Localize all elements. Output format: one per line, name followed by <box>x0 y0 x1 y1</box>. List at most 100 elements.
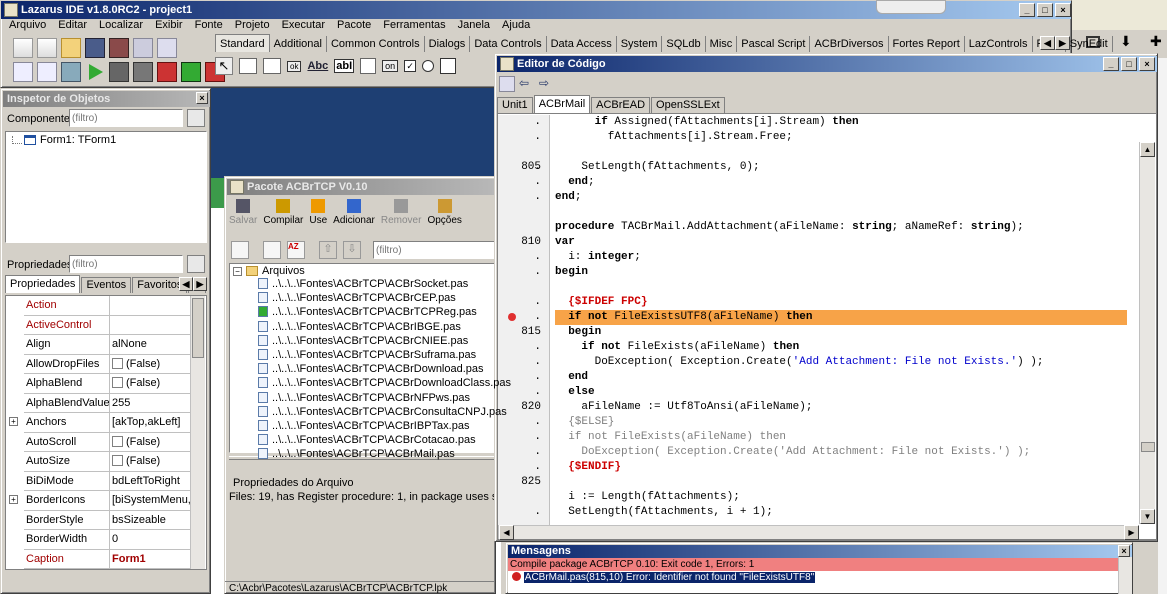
code-line[interactable]: DoException( Exception.Create('Add Attac… <box>555 445 1127 460</box>
code-line[interactable] <box>555 145 1127 160</box>
property-row[interactable]: + Anchors [akTop,akLeft] <box>9 413 192 433</box>
menu-editar[interactable]: Editar <box>58 17 87 34</box>
mainmenu-icon[interactable] <box>239 58 257 74</box>
property-row[interactable]: Align alNone <box>24 335 192 355</box>
palette-tab-standard[interactable]: Standard <box>215 34 270 52</box>
tab-right-button[interactable]: ▶ <box>193 277 207 291</box>
pointer-icon[interactable]: ↖ <box>215 57 233 75</box>
editor-vscrollbar[interactable]: ▲ ▼ <box>1139 142 1155 524</box>
property-row[interactable]: AlphaBlendValue 255 <box>24 393 192 413</box>
clear-filter-icon[interactable] <box>187 109 205 127</box>
property-value[interactable]: bsSizeable <box>110 511 192 530</box>
editor-hscrollbar[interactable]: ◀ ▶ <box>498 525 1139 540</box>
scroll-right-button[interactable]: ▶ <box>1124 525 1139 540</box>
expand-icon[interactable]: + <box>9 417 18 426</box>
close-button[interactable]: × <box>1055 3 1071 17</box>
files-expander[interactable]: − <box>233 267 242 276</box>
property-value[interactable] <box>110 316 192 335</box>
editor-tab-acbrmail[interactable]: ACBrMail <box>533 95 591 113</box>
messages-close-button[interactable]: × <box>1118 545 1130 557</box>
code-line[interactable]: if not FileExistsUTF8(aFileName) then <box>555 310 1127 325</box>
menu-ajuda[interactable]: Ajuda <box>502 17 530 34</box>
property-value[interactable]: 0 <box>110 530 192 549</box>
memo-icon[interactable] <box>360 58 377 74</box>
menu-ferramentas[interactable]: Ferramentas <box>383 17 445 34</box>
package-file-item[interactable]: ..\..\..\Fontes\ACBrTCP\ACBrSocket.pas <box>258 277 468 291</box>
checkbox-icon[interactable]: ✓ <box>404 60 417 72</box>
properties-filter[interactable] <box>69 255 183 273</box>
code-line[interactable]: procedure TACBrMail.AddAttachment(aFileN… <box>555 220 1127 235</box>
property-row[interactable]: + BorderIcons[biSystemMenu,biM <box>9 491 192 511</box>
property-scrollbar[interactable] <box>190 296 205 569</box>
palette-tab-data-access[interactable]: Data Access <box>547 36 617 52</box>
scroll-thumb[interactable] <box>1141 442 1155 452</box>
scroll-left-button[interactable]: ◀ <box>499 525 514 540</box>
tab-left-button[interactable]: ◀ <box>179 277 193 291</box>
palette-tab-lazcontrols[interactable]: LazControls <box>965 36 1033 52</box>
package-file-item[interactable]: ..\..\..\Fontes\ACBrTCP\ACBrDownloadClas… <box>258 376 511 390</box>
code-line[interactable]: if not FileExists(aFileName) then <box>555 340 1127 355</box>
options-icon[interactable] <box>61 62 81 82</box>
save-icon[interactable] <box>85 38 105 58</box>
property-row[interactable]: ActiveControl <box>24 315 192 335</box>
run-icon[interactable] <box>89 64 103 80</box>
move-down-icon[interactable]: ⇩ <box>343 241 361 259</box>
palette-right-button[interactable]: ▶ <box>1055 36 1070 50</box>
maximize-button[interactable]: □ <box>1037 3 1053 17</box>
sort-az-icon[interactable]: AZ <box>287 241 305 259</box>
code-line[interactable]: SetLength(fAttachments, i + 1); <box>555 505 1127 520</box>
scroll-down-button[interactable]: ▼ <box>1140 509 1155 524</box>
property-row[interactable]: AutoSize (False) <box>24 452 192 472</box>
forward-icon[interactable]: ⇨ <box>539 76 555 92</box>
menu-projeto[interactable]: Projeto <box>235 17 270 34</box>
editor-tab-acbread[interactable]: ACBrEAD <box>591 97 651 113</box>
back-icon[interactable]: ⇦ <box>519 76 535 92</box>
code-line[interactable]: begin <box>555 325 1127 340</box>
property-value[interactable]: Form1 <box>110 550 192 569</box>
palette-tab-additional[interactable]: Additional <box>270 36 327 52</box>
messages-scrollbar[interactable] <box>1118 557 1132 594</box>
code-line[interactable]: SetLength(fAttachments, 0); <box>555 160 1127 175</box>
property-value[interactable]: [akTop,akLeft] <box>110 413 192 432</box>
code-line[interactable]: end; <box>555 190 1127 205</box>
open-icon[interactable] <box>61 38 81 58</box>
property-row[interactable]: AlphaBlend (False) <box>24 374 192 394</box>
code-line[interactable]: i := Length(fAttachments); <box>555 490 1127 505</box>
save-all-icon[interactable] <box>109 38 129 58</box>
property-value[interactable]: [biSystemMenu,biM <box>110 491 192 510</box>
palette-tab-system[interactable]: System <box>617 36 663 52</box>
button-icon[interactable]: ok <box>287 60 302 72</box>
new-unit-icon[interactable] <box>13 38 33 58</box>
package-remover-button[interactable]: Remover <box>381 199 421 235</box>
inspector-tab-eventos[interactable]: Eventos <box>81 277 132 293</box>
scroll-up-button[interactable]: ▲ <box>1140 142 1155 157</box>
code-line[interactable]: var <box>555 235 1127 250</box>
palette-tab-fortes-report[interactable]: Fortes Report <box>889 36 965 52</box>
package-salvar-button[interactable]: Salvar <box>229 199 257 235</box>
pause-icon[interactable] <box>109 62 129 82</box>
package-use-button[interactable]: Use <box>309 199 327 235</box>
code-area[interactable]: if Assigned(fAttachments[i].Stream) then… <box>555 115 1127 525</box>
property-value[interactable]: (False) <box>110 355 192 374</box>
new-form-icon[interactable] <box>37 38 57 58</box>
inspector-tab-propriedades[interactable]: Propriedades <box>5 275 81 293</box>
palette-tab-pascal-script[interactable]: Pascal Script <box>737 36 811 52</box>
property-row[interactable]: BorderStyle bsSizeable <box>24 510 192 530</box>
package-file-item[interactable]: ..\..\..\Fontes\ACBrTCP\ACBrIBPTax.pas <box>258 419 469 433</box>
property-value[interactable]: bdLeftToRight <box>110 472 192 491</box>
code-line[interactable]: fAttachments[i].Stream.Free; <box>555 130 1127 145</box>
menu-arquivo[interactable]: Arquivo <box>9 17 46 34</box>
palette-left-button[interactable]: ◀ <box>1040 36 1055 50</box>
palette-tab-common-controls[interactable]: Common Controls <box>327 36 425 52</box>
code-line[interactable]: end; <box>555 175 1127 190</box>
breakpoint-error-icon[interactable] <box>508 313 516 321</box>
property-row[interactable]: AutoScroll (False) <box>24 432 192 452</box>
compile-message[interactable]: Compile package ACBrTCP 0.10: Exit code … <box>508 558 1132 571</box>
package-file-item[interactable]: ..\..\..\Fontes\ACBrTCP\ACBrCEP.pas <box>258 291 456 305</box>
code-line[interactable]: if not FileExists(aFileName) then <box>555 430 1127 445</box>
listbox-icon[interactable] <box>440 58 457 74</box>
clear-props-filter-icon[interactable] <box>187 255 205 273</box>
jump-icon[interactable] <box>499 76 515 92</box>
code-line[interactable]: begin <box>555 265 1127 280</box>
property-checkbox[interactable] <box>112 357 123 369</box>
